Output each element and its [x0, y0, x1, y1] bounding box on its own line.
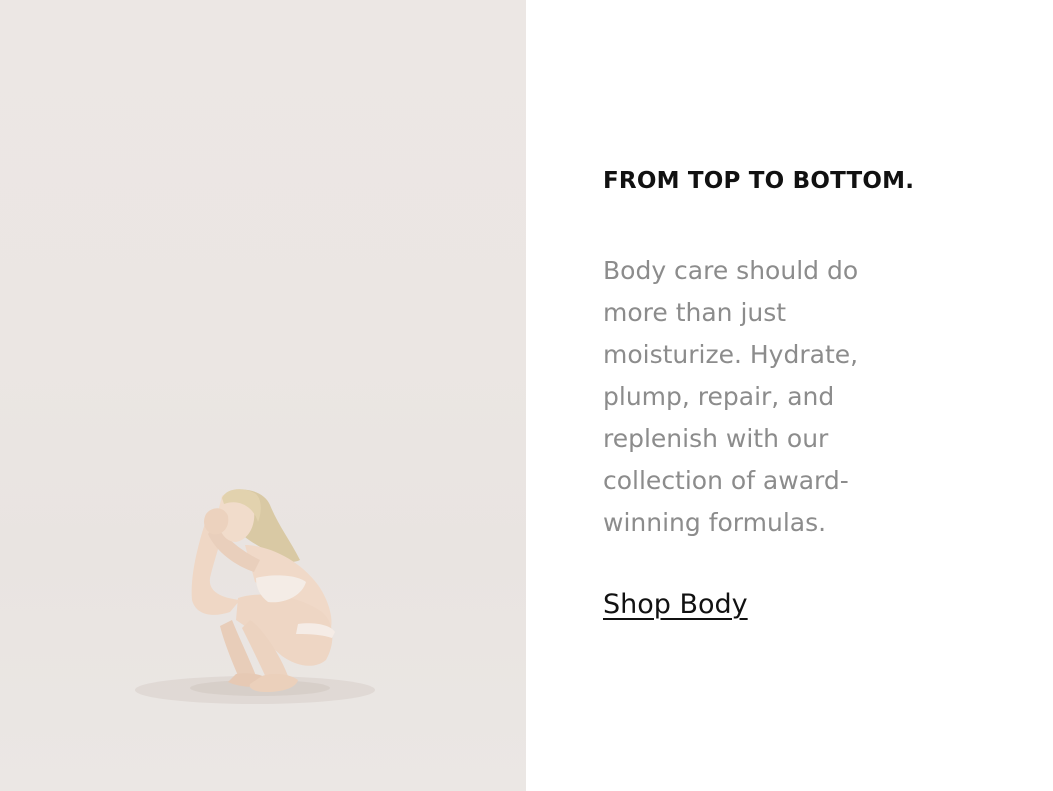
- promo-section: FROM TOP TO BOTTOM. Body care should do …: [0, 0, 1053, 791]
- promo-heading: FROM TOP TO BOTTOM.: [603, 168, 915, 194]
- hero-image: [0, 0, 526, 791]
- shop-body-link[interactable]: Shop Body: [603, 589, 748, 620]
- promo-text-panel: FROM TOP TO BOTTOM. Body care should do …: [526, 0, 1053, 791]
- promo-body-text: Body care should do more than just moist…: [603, 256, 859, 537]
- model-illustration: [135, 489, 375, 704]
